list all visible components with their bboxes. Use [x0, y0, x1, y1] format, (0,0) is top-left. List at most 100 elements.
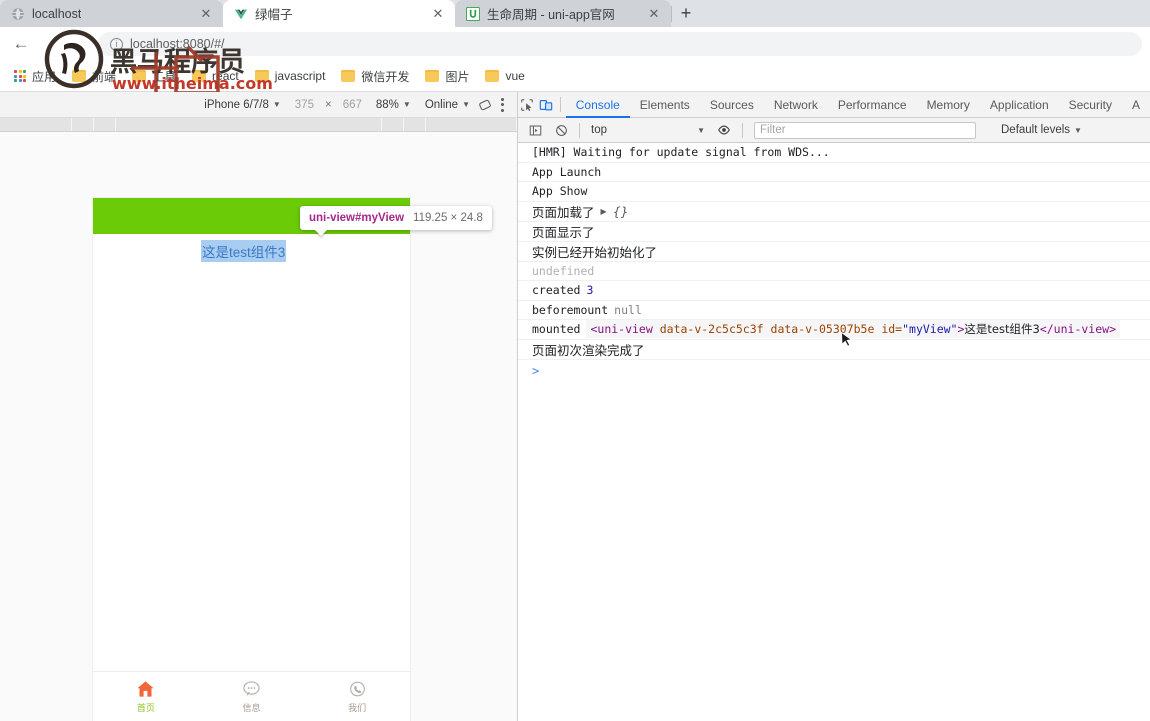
- address-url: localhost:8080/#/: [130, 37, 225, 51]
- bookmark-folder-2[interactable]: 工具: [124, 65, 184, 88]
- bookmark-apps[interactable]: 应用: [6, 65, 64, 88]
- console-row: 实例已经开始初始化了: [518, 242, 1150, 262]
- folder-icon: [341, 70, 356, 82]
- inspect-cursor-icon[interactable]: [518, 92, 537, 118]
- folder-icon: [72, 70, 87, 82]
- throttling-select[interactable]: Online ▼: [418, 99, 477, 111]
- folder-icon: [425, 70, 440, 82]
- zoom-select[interactable]: 88% ▼: [369, 99, 418, 111]
- browser-toolbar: ← i localhost:8080/#/: [0, 27, 1150, 61]
- devtools-panel: Console Elements Sources Network Perform…: [518, 92, 1150, 721]
- tab-strip: localhost ✕ 绿帽子 ✕ 生命周期 - uni-app官网 ✕ +: [0, 0, 1150, 27]
- console-row: App Show: [518, 182, 1150, 202]
- address-bar[interactable]: i localhost:8080/#/: [98, 32, 1142, 56]
- device-toggle-icon[interactable]: [537, 92, 556, 118]
- folder-icon: [192, 70, 207, 82]
- chevron-down-icon: ▼: [1074, 125, 1082, 135]
- bookmark-folder-1[interactable]: 前端: [64, 65, 124, 88]
- chevron-down-icon: ▼: [462, 100, 470, 109]
- console-sidebar-icon[interactable]: [522, 117, 548, 143]
- tab-close-icon[interactable]: ✕: [430, 6, 446, 22]
- zoom-value: 88%: [375, 98, 399, 111]
- console-row: created 3: [518, 281, 1150, 301]
- bookmarks-bar: 应用 前端 工具 react javascript 微信开发 图片 vue: [0, 61, 1150, 92]
- bookmark-label: react: [212, 69, 239, 83]
- tab-title: localhost: [32, 6, 82, 21]
- rotate-icon[interactable]: [477, 97, 493, 113]
- device-select[interactable]: iPhone 6/7/8 ▼: [197, 99, 288, 111]
- tab-application[interactable]: Application: [980, 92, 1059, 118]
- more-vertical-icon[interactable]: [493, 97, 511, 112]
- page-info-icon[interactable]: i: [110, 37, 123, 51]
- tab-elements[interactable]: Elements: [630, 92, 700, 118]
- phone-icon: [349, 681, 365, 696]
- expand-arrow-icon[interactable]: ▶: [601, 207, 607, 216]
- new-tab-button[interactable]: +: [672, 0, 700, 27]
- live-expression-icon[interactable]: [711, 117, 737, 143]
- log-levels-select[interactable]: Default levels ▼: [1001, 124, 1082, 136]
- clear-console-icon[interactable]: [548, 117, 574, 143]
- badge-size: 119.25 × 24.8: [413, 212, 483, 224]
- browser-tab-localhost[interactable]: localhost ✕: [0, 0, 223, 27]
- bookmark-label: 工具: [152, 69, 177, 84]
- console-filter-input[interactable]: Filter: [754, 121, 976, 139]
- bookmark-images[interactable]: 图片: [417, 65, 477, 88]
- filter-separator: [579, 122, 580, 138]
- tabbar-item-us[interactable]: 我们: [304, 680, 410, 714]
- tab-title: 绿帽子: [255, 8, 293, 22]
- throttling-value: Online: [424, 98, 459, 111]
- back-button[interactable]: ←: [8, 31, 34, 57]
- chevron-down-icon: ▼: [402, 100, 411, 109]
- browser-tab-lvmaozi[interactable]: 绿帽子 ✕: [223, 0, 455, 27]
- device-toolbar: iPhone 6/7/8 ▼ 375 × 667 88% ▼ Online ▼: [0, 92, 517, 118]
- folder-icon: [254, 70, 269, 82]
- dom-element-preview[interactable]: <uni-view data-v-2c5c5c3f data-v-05307b5…: [586, 320, 1120, 339]
- chevron-down-icon: ▼: [272, 100, 281, 109]
- device-width-input[interactable]: 375: [288, 99, 321, 111]
- folder-icon: [485, 70, 500, 82]
- tab-close-icon[interactable]: ✕: [646, 6, 662, 22]
- device-name: iPhone 6/7/8: [204, 98, 269, 111]
- filter-separator-2: [742, 122, 743, 138]
- console-row: undefined: [518, 262, 1150, 281]
- console-context-select[interactable]: top ▼: [585, 124, 711, 136]
- toolbar-separator: [560, 97, 561, 112]
- message-icon: [243, 680, 260, 695]
- bookmark-label: vue: [505, 69, 525, 83]
- folder-icon: [132, 70, 147, 82]
- devtools-tabbar: Console Elements Sources Network Perform…: [518, 92, 1150, 118]
- uni-view-text: 这是test组件3: [201, 240, 287, 262]
- viewport-ruler: [0, 118, 517, 132]
- tab-console[interactable]: Console: [566, 92, 630, 118]
- console-row: [HMR] Waiting for update signal from WDS…: [518, 143, 1150, 163]
- tabbar-item-message[interactable]: 信息: [199, 680, 305, 714]
- tab-title: 生命周期 - uni-app官网: [487, 8, 615, 22]
- console-filter-bar: top ▼ Filter Default levels ▼: [518, 118, 1150, 143]
- device-viewport[interactable]: 这是test组件3 uni-view#myView 119.25 × 24.8 …: [0, 132, 517, 721]
- tab-memory[interactable]: Memory: [917, 92, 980, 118]
- bookmark-javascript[interactable]: javascript: [247, 66, 334, 86]
- element-highlight-badge: uni-view#myView 119.25 × 24.8: [300, 206, 492, 230]
- globe-icon: [12, 7, 24, 20]
- tab-close-icon[interactable]: ✕: [198, 6, 214, 22]
- phone-frame[interactable]: 这是test组件3 uni-view#myView 119.25 × 24.8 …: [93, 198, 492, 721]
- tab-sources[interactable]: Sources: [700, 92, 764, 118]
- console-output[interactable]: [HMR] Waiting for update signal from WDS…: [518, 143, 1150, 721]
- device-emulation-pane: iPhone 6/7/8 ▼ 375 × 667 88% ▼ Online ▼: [0, 92, 518, 721]
- apps-grid-icon: [14, 70, 26, 82]
- console-row: 页面初次渲染完成了: [518, 340, 1150, 360]
- tabbar-item-home[interactable]: 首页: [93, 680, 199, 714]
- bookmark-react[interactable]: react: [184, 66, 247, 86]
- tab-performance[interactable]: Performance: [828, 92, 917, 118]
- tabbar-label: 信息: [242, 702, 261, 713]
- console-prompt[interactable]: >: [518, 360, 1150, 378]
- bookmark-wechat-dev[interactable]: 微信开发: [333, 65, 417, 88]
- tab-security[interactable]: Security: [1059, 92, 1122, 118]
- uniapp-icon: [466, 6, 480, 21]
- bookmark-vue[interactable]: vue: [477, 66, 532, 86]
- tab-network[interactable]: Network: [764, 92, 828, 118]
- console-row: 页面显示了: [518, 222, 1150, 242]
- browser-tab-uniapp[interactable]: 生命周期 - uni-app官网 ✕: [455, 0, 671, 27]
- device-height-input[interactable]: 667: [336, 99, 369, 111]
- tab-audits[interactable]: A: [1122, 92, 1150, 118]
